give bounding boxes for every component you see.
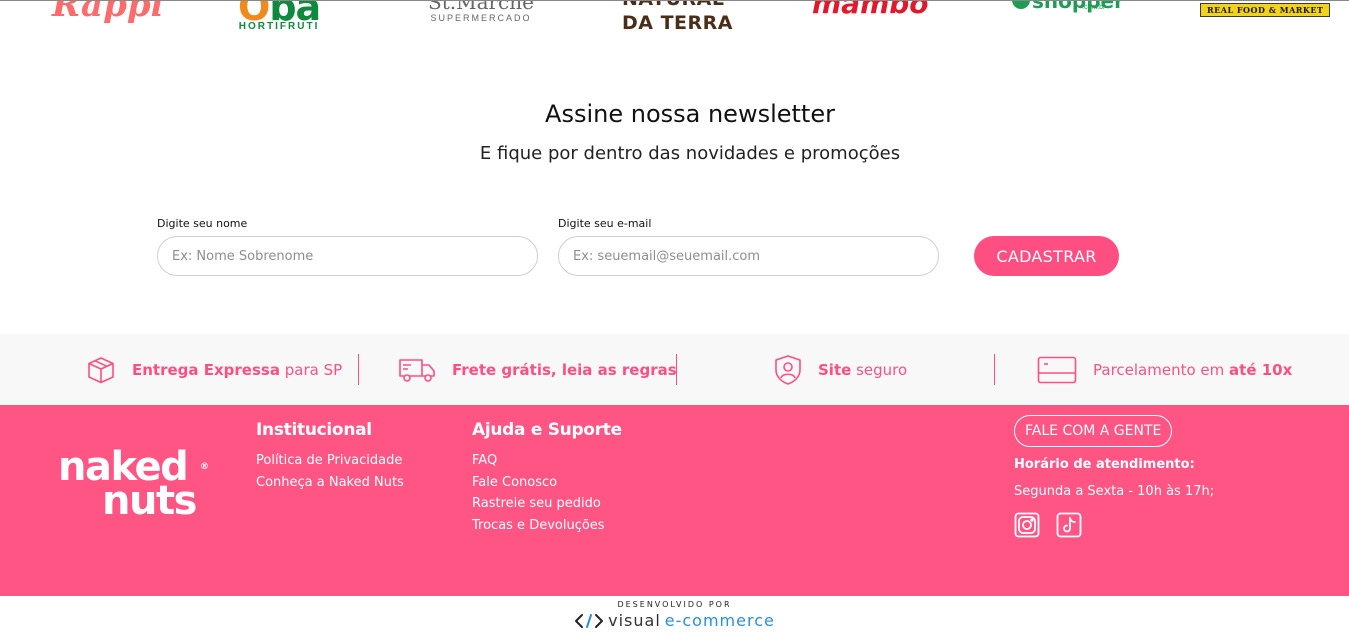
feature-frete-gratis[interactable]: Frete grátis, leia as regras [398, 334, 677, 405]
ecommerce-text: e-commerce [664, 611, 775, 630]
ajuda-suporte-links: FAQ Fale Conosco Rastreie seu pedido Tro… [472, 450, 605, 537]
newsletter-subtitle: E fique por dentro das novidades e promo… [479, 143, 901, 164]
site-footer: naked nuts ® Institucional Política de P… [0, 405, 1349, 596]
natural-da-terra-line1: NATURAL [622, 1, 724, 9]
name-field-group: Digite seu nome [157, 217, 538, 276]
developed-by-label: DESENVOLVIDO POR [617, 600, 732, 609]
truck-icon [399, 358, 435, 382]
name-field-label: Digite seu nome [157, 217, 248, 230]
partner-logos-strip: Rappi Oba HORTIFRUTI St.Marche SUPERMERC… [0, 0, 1349, 44]
list-item: Fale Conosco [472, 472, 605, 494]
cadastrar-button[interactable]: CADASTRAR [974, 236, 1119, 276]
oba-logo[interactable]: Oba HORTIFRUTI [238, 1, 321, 32]
feature-divider [994, 354, 995, 385]
code-brackets-icon [575, 613, 604, 628]
email-input[interactable] [558, 236, 939, 276]
link-conheca-naked-nuts[interactable]: Conheça a Naked Nuts [256, 475, 404, 490]
oba-logo-sub: HORTIFRUTI [238, 21, 320, 32]
rappi-logo[interactable]: Rappi [52, 0, 164, 25]
real-food-market-logo-text: REAL FOOD & MARKET [1207, 5, 1324, 15]
natural-da-terra-logo[interactable]: NATURAL DA TERRA [622, 1, 733, 34]
shopper-logo[interactable]: shopper .com.br [1012, 0, 1124, 13]
list-item: Política de Privacidade [256, 450, 404, 472]
visual-text: visual [608, 611, 661, 630]
ajuda-suporte-title: Ajuda e Suporte [472, 420, 622, 440]
email-field-label: Digite seu e-mail [558, 217, 652, 230]
shopper-logo-dot [1012, 1, 1030, 9]
registered-mark: ® [200, 462, 209, 472]
email-field-group: Digite seu e-mail [558, 217, 939, 276]
supermercado-logo-sub: SUPERMERCADO [430, 13, 532, 23]
box-icon [88, 356, 114, 383]
mambo-logo[interactable]: mambo [812, 0, 929, 20]
developer-credit[interactable]: DESENVOLVIDO POR visual e-commerce [0, 600, 1349, 634]
name-input[interactable] [157, 236, 538, 276]
mambo-logo-text: mambo [812, 0, 929, 20]
shield-user-icon [775, 354, 801, 385]
feature-divider [676, 354, 677, 385]
feature-entrega-expressa: Entrega Expressa para SP [86, 334, 342, 405]
feature-parcelamento: Parcelamento em até 10x [1037, 334, 1292, 405]
list-item: Conheça a Naked Nuts [256, 472, 404, 494]
feature-site-seguro: Site seguro [774, 334, 907, 405]
tiktok-icon[interactable] [1056, 512, 1082, 538]
feature-site-light: seguro [851, 360, 908, 379]
link-rastreie-pedido[interactable]: Rastreie seu pedido [472, 496, 601, 511]
shopper-logo-text: shopper [1032, 0, 1124, 13]
shopper-logo-sub: .com.br [1082, 4, 1106, 11]
feature-frete-strong: Frete grátis, leia as regras [452, 360, 677, 379]
real-food-market-logo[interactable]: REAL FOOD & MARKET [1200, 3, 1331, 17]
feature-entrega-light: para SP [279, 360, 343, 379]
hours-title: Horário de atendimento: [1014, 457, 1195, 472]
feature-divider [358, 354, 359, 385]
link-faq[interactable]: FAQ [472, 453, 497, 468]
feature-parcelamento-light: Parcelamento em [1093, 360, 1230, 379]
natural-da-terra-line2: DA TERRA [622, 12, 733, 34]
institucional-title: Institucional [256, 420, 372, 440]
instagram-icon[interactable] [1014, 512, 1040, 538]
link-trocas-devolucoes[interactable]: Trocas e Devoluções [472, 518, 605, 533]
link-fale-conosco[interactable]: Fale Conosco [472, 475, 557, 490]
supermercado-logo-mark: St.Marche [428, 0, 534, 14]
credit-card-icon [1037, 356, 1077, 383]
visual-ecommerce-logo: visual e-commerce [574, 611, 775, 630]
fale-com-a-gente-button[interactable]: FALE COM A GENTE [1014, 415, 1173, 447]
newsletter-title: Assine nossa newsletter [545, 100, 835, 128]
feature-site-strong: Site [818, 360, 852, 379]
list-item: Trocas e Devoluções [472, 515, 605, 537]
naked-nuts-logo[interactable]: naked nuts ® [58, 447, 209, 521]
feature-parcelamento-strong: até 10x [1229, 360, 1293, 379]
feature-entrega-strong: Entrega Expressa [132, 360, 280, 379]
features-bar: Entrega Expressa para SP Frete grátis, l… [0, 334, 1349, 405]
link-politica-privacidade[interactable]: Política de Privacidade [256, 453, 402, 468]
list-item: FAQ [472, 450, 605, 472]
supermercado-logo[interactable]: St.Marche SUPERMERCADO [428, 0, 534, 23]
rappi-logo-text: Rappi [52, 0, 164, 25]
institucional-links: Política de Privacidade Conheça a Naked … [256, 450, 404, 493]
hours-text: Segunda a Sexta - 10h às 17h; [1014, 484, 1215, 499]
list-item: Rastreie seu pedido [472, 493, 605, 515]
